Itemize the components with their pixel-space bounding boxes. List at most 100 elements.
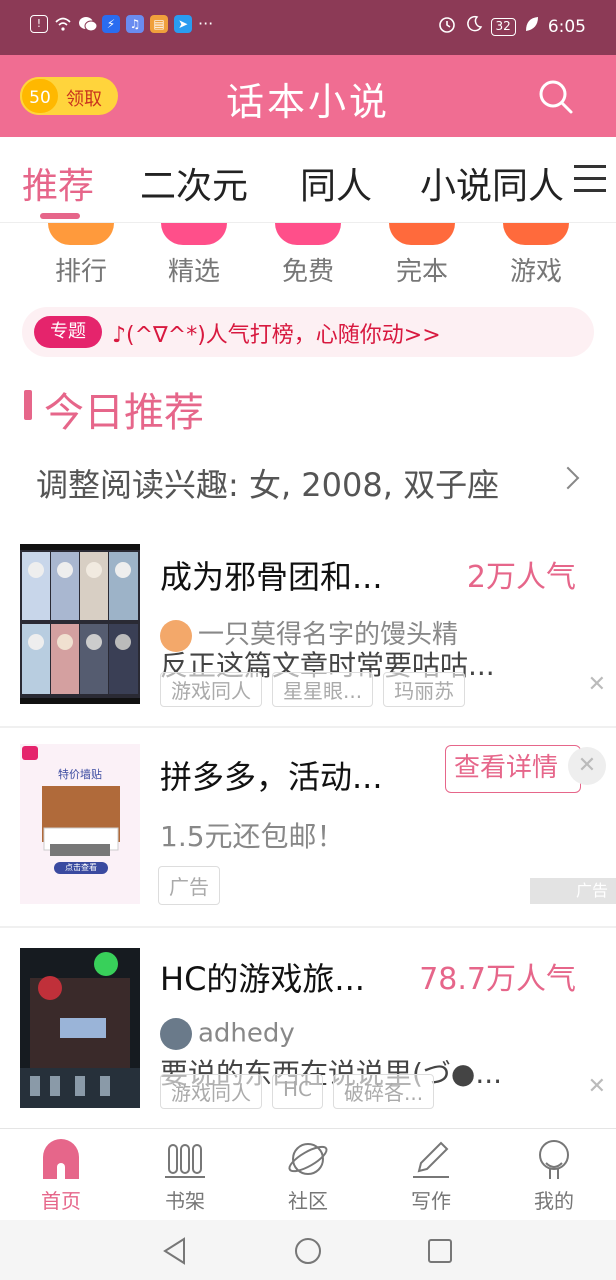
tab-anime[interactable]: 二次元: [140, 157, 248, 209]
section-title-text: 今日推荐: [44, 390, 204, 436]
book-tag: 玛丽苏: [383, 672, 466, 707]
bookshelf-icon: [163, 1137, 207, 1181]
completed-icon: [389, 223, 455, 245]
moon-icon: [465, 15, 483, 38]
app-notification-icon: ⚡: [102, 14, 120, 33]
author-name: adhedy: [198, 1018, 295, 1049]
book-popularity: 2万人气: [466, 560, 576, 595]
interest-text: 调整阅读兴趣: 女, 2008, 双子座: [36, 466, 500, 504]
book-tag: 星星眼...: [272, 672, 374, 707]
ad-corner-badge: 广告: [530, 878, 616, 904]
topic-text: ♪(^∇^*)人气打榜，心随你动>>: [112, 323, 441, 348]
book-title: HC的游戏旅...: [160, 960, 365, 998]
shop-icon: ▤: [150, 14, 168, 33]
author-avatar: [160, 1018, 192, 1050]
book-tag: HC: [272, 1074, 324, 1109]
status-bar: ! ⚡ ♫ ▤ ➤ ··· 32 6:05: [0, 0, 616, 55]
book-card[interactable]: HC的游戏旅... 78.7万人气 adhedy 要说的东西在说说里(づ●...…: [0, 930, 616, 1126]
ranking-icon: [48, 223, 114, 245]
book-popularity: 78.7万人气: [419, 962, 576, 997]
book-card[interactable]: 成为邪骨团和... 2万人气 一只莫得名字的馒头精 反正这篇文章时常要咕咕...…: [0, 530, 616, 725]
ad-close-icon[interactable]: ✕: [568, 747, 606, 785]
leaf-icon: [524, 15, 540, 38]
book-cover: [20, 948, 140, 1108]
category-label: 完本: [395, 257, 448, 287]
view-details-button[interactable]: 查看详情: [445, 745, 581, 793]
menu-icon[interactable]: [574, 165, 606, 195]
nav-profile[interactable]: 我的: [504, 1137, 604, 1214]
section-bar: [24, 390, 32, 420]
category-label: 游戏: [509, 257, 562, 287]
nav-label: 社区: [288, 1189, 328, 1213]
ad-brand-icon: [22, 746, 38, 760]
nav-home[interactable]: 首页: [11, 1137, 111, 1214]
poster-title: 特价墙贴: [58, 768, 102, 781]
book-author: adhedy: [160, 1018, 295, 1050]
alert-icon: !: [30, 14, 48, 33]
book-tag: 游戏同人: [160, 672, 262, 707]
music-icon: ♫: [126, 14, 144, 33]
category-tabs: 推荐 二次元 同人 小说同人: [0, 137, 616, 223]
topic-tag: 专题: [34, 316, 102, 348]
recents-icon[interactable]: [425, 1236, 455, 1266]
planet-icon: [286, 1137, 330, 1181]
featured-icon: [161, 223, 227, 245]
divider: [0, 926, 616, 928]
games-icon: [503, 223, 569, 245]
clock-time: 6:05: [547, 16, 586, 37]
back-icon[interactable]: [160, 1236, 190, 1266]
category-completed[interactable]: 完本: [377, 223, 467, 288]
ad-subtitle: 1.5元还包邮！: [160, 820, 345, 853]
tab-novel-fanfic[interactable]: 小说同人: [420, 157, 564, 209]
nav-community[interactable]: 社区: [258, 1137, 358, 1214]
active-tab-indicator: [40, 213, 80, 219]
home-button-icon[interactable]: [293, 1236, 323, 1266]
book-tag: 破碎各...: [333, 1074, 435, 1109]
app-header: 50 领取 话本小说: [0, 55, 616, 137]
category-label: 免费: [281, 257, 334, 287]
book-tags: 游戏同人 星星眼... 玛丽苏: [160, 672, 466, 707]
nav-label: 首页: [41, 1189, 81, 1213]
profile-icon: [532, 1137, 576, 1181]
ad-image: 特价墙贴 点击查看: [20, 744, 140, 904]
bottom-navigation: 首页 书架 社区 写作 我的: [0, 1128, 616, 1220]
wifi-icon: [54, 15, 72, 33]
battery-indicator: 32: [490, 17, 516, 36]
category-shortcuts: 排行 精选 免费 完本 游戏: [0, 223, 616, 303]
book-cover: [20, 544, 140, 704]
system-navigation-bar: [0, 1220, 616, 1280]
alarm-icon: [437, 14, 457, 39]
book-tags: 游戏同人 HC 破碎各...: [160, 1074, 435, 1109]
category-featured[interactable]: 精选: [149, 223, 239, 288]
book-title: 成为邪骨团和...: [160, 558, 383, 596]
free-icon: [275, 223, 341, 245]
ad-title: 拼多多，活动...: [160, 758, 383, 796]
search-icon[interactable]: [536, 77, 576, 117]
adjust-interest-row[interactable]: 调整阅读兴趣: 女, 2008, 双子座: [36, 460, 596, 504]
nav-label: 我的: [534, 1189, 574, 1213]
status-icons-left: ! ⚡ ♫ ▤ ➤ ···: [30, 14, 213, 33]
tab-fanfic[interactable]: 同人: [300, 157, 372, 209]
topic-banner[interactable]: 专题 ♪(^∇^*)人气打榜，心随你动>>: [22, 307, 594, 357]
nav-label: 写作: [411, 1189, 451, 1213]
category-ranking[interactable]: 排行: [36, 223, 126, 288]
poster-cta: 点击查看: [65, 863, 97, 872]
category-label: 排行: [54, 257, 107, 287]
close-icon[interactable]: ✕: [588, 672, 606, 697]
tab-recommend[interactable]: 推荐: [22, 157, 94, 209]
wechat-icon: [78, 15, 98, 33]
nav-bookshelf[interactable]: 书架: [135, 1137, 235, 1214]
app-title: 话本小说: [225, 80, 390, 124]
category-label: 精选: [167, 257, 220, 287]
send-icon: ➤: [174, 14, 192, 33]
category-games[interactable]: 游戏: [491, 223, 581, 288]
category-free[interactable]: 免费: [263, 223, 353, 288]
nav-label: 书架: [165, 1189, 205, 1213]
status-icons-right: 32 6:05: [437, 14, 586, 39]
book-tag: 游戏同人: [160, 1074, 262, 1109]
ad-label: 广告: [158, 866, 220, 905]
more-notifications-icon: ···: [198, 14, 214, 33]
close-icon[interactable]: ✕: [588, 1074, 606, 1099]
nav-write[interactable]: 写作: [381, 1137, 481, 1214]
home-icon: [39, 1137, 83, 1181]
